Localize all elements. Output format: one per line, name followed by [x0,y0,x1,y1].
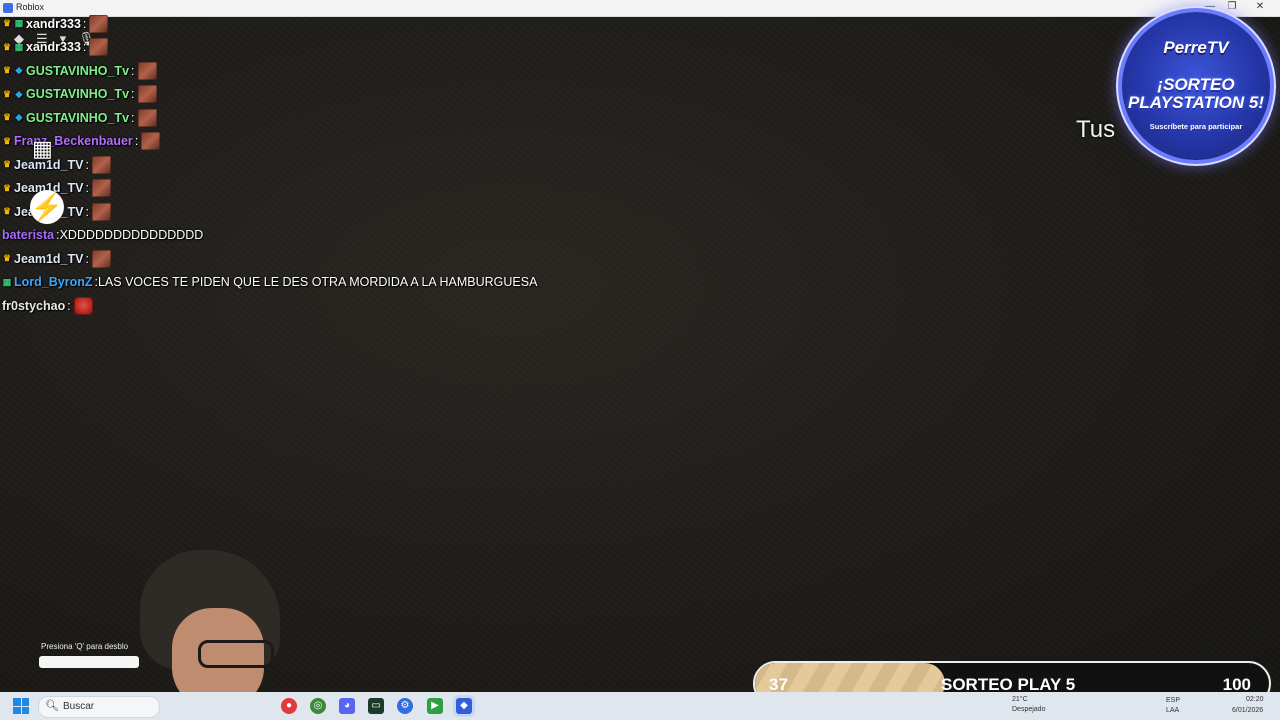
chat-overlay: ♛ ▦ xandr333: ♛ ▦ xandr333: ♛ ◆ GUSTAVINHO_Tv:… [2,12,602,318]
promo-subtitle: Suscríbete para participar [1149,122,1243,131]
chat-message: ♛ ▦ xandr333: [2,36,602,60]
chat-separator: : [131,63,135,78]
crown-badge-icon: ♛ [2,88,12,99]
chat-emote [89,14,109,33]
chat-username[interactable]: Jeam1d_TV [14,252,83,266]
chat-separator: : [131,87,135,102]
clock-date[interactable]: 6/01/2026 [1232,706,1263,715]
chat-separator: : [67,298,71,313]
taskbar-app-discord-icon[interactable]: ◕ [339,698,355,714]
taskbar-app-terminal-icon[interactable]: ▭ [368,698,384,714]
promo-line1: ¡SORTEO [1157,75,1235,94]
chat-message: ♛Jeam1d_TV: [2,153,602,177]
chat-message: ▦ Lord_ByronZ: LAS VOCES TE PIDEN QUE LE … [2,271,602,295]
gem-badge-icon: ◆ [15,112,23,123]
windows-start-icon[interactable] [13,698,29,714]
search-icon: 🔍︎ [45,700,59,712]
chat-emote [91,155,111,174]
chat-emote [141,132,161,151]
gem-badge-icon: ◆ [15,88,23,99]
chat-separator: : [134,134,139,149]
windows-taskbar: 🔍︎ Buscar ● ◎ ◕ ▭ ⚙ ▶ ◆ 21°C Despejado E… [0,692,1280,720]
crown-badge-icon: ♛ [2,253,12,264]
taskbar-app-obs-icon[interactable]: ◎ [310,698,326,714]
crown-badge-icon: ♛ [2,41,12,52]
chat-username[interactable]: xandr333 [26,17,81,31]
giveaway-badge: PerreTV ¡SORTEO PLAYSTATION 5! Suscríbet… [1116,10,1276,160]
language-top[interactable]: ESP [1166,696,1180,705]
chat-emote [137,85,157,104]
chat-emote [91,179,111,198]
gem-badge-icon: ◆ [15,65,23,76]
chat-text: XDDDDDDDDDDDDDDD [59,228,204,243]
chat-message: ♛Jeam1d_TV: [2,247,602,271]
tus-text: Tus [1076,116,1116,143]
chat-emote [73,296,93,315]
crown-badge-icon: ♛ [2,65,12,76]
crown-badge-icon: ♛ [2,206,12,217]
promo-banner: ¡SORTEO PLAYSTATION 5! [1124,76,1268,112]
chat-message: ♛ Franz_Beckenbauer: [2,130,602,154]
unlock-prompt: Presiona 'Q' para desblo [41,642,129,651]
weather-desc[interactable]: Despejado [1012,705,1045,714]
chat-separator: : [131,110,135,125]
crown-badge-icon: ♛ [2,18,12,29]
chat-emote [91,202,111,221]
taskbar-search[interactable]: 🔍︎ Buscar [38,696,160,718]
taskbar-app-play-icon[interactable]: ▶ [427,698,443,714]
chat-username[interactable]: GUSTAVINHO_Tv [26,64,129,78]
chat-username[interactable]: fr0stychao [2,299,65,313]
shop-icon[interactable]: ▦ [32,136,53,162]
crown-badge-icon: ♛ [2,159,12,170]
chat-message: ♛Jeam1d_TV: [2,200,602,224]
crown-badge-icon: ♛ [2,112,12,123]
chat-message: ♛ ◆ GUSTAVINHO_Tv: [2,83,602,107]
chat-message: ♛ ◆ GUSTAVINHO_Tv: [2,59,602,83]
grid-badge-icon: ▦ [2,276,12,287]
chat-separator: : [85,157,89,172]
chat-emote [91,249,111,268]
chat-emote [137,61,157,80]
chat-username[interactable]: xandr333 [26,40,81,54]
chat-message: ♛ ◆ GUSTAVINHO_Tv: [2,106,602,130]
clock-time[interactable]: 02:20 [1246,695,1264,704]
promo-line2: PLAYSTATION 5! [1128,93,1264,112]
chat-separator: : [82,16,87,31]
chat-separator: : [82,40,87,55]
window-title: Roblox [16,2,45,12]
language-bottom[interactable]: LAA [1166,706,1179,715]
weather-temp[interactable]: 21°C [1012,695,1028,704]
chat-message: baterista: XDDDDDDDDDDDDDDD [2,224,602,248]
chat-separator: : [85,251,89,266]
grid-badge-icon: ▦ [14,18,24,29]
chat-text: LAS VOCES TE PIDEN QUE LE DES OTRA MORDI… [97,275,538,290]
unlock-prompt-bar [39,656,139,668]
chat-emote [137,108,157,127]
taskbar-app-browser-icon[interactable]: ⚙ [397,698,413,714]
lightning-icon[interactable]: ⚡ [30,190,64,224]
chat-emote [89,38,109,57]
taskbar-search-placeholder: Buscar [63,701,95,712]
chat-message: ♛ ▦ xandr333: [2,12,602,36]
chat-message: ♛Jeam1d_TV: [2,177,602,201]
chat-username[interactable]: Lord_ByronZ [14,275,92,289]
chat-username[interactable]: GUSTAVINHO_Tv [26,87,129,101]
taskbar-app-roblox-icon[interactable]: ◆ [456,698,472,714]
crown-badge-icon: ♛ [2,135,12,146]
webcam-overlay [134,548,294,694]
taskbar-app-record-icon[interactable]: ● [281,698,297,714]
chat-separator: : [85,204,89,219]
chat-username[interactable]: baterista [2,228,54,242]
crown-badge-icon: ♛ [2,182,12,193]
chat-separator: : [85,181,89,196]
promo-brand: PerreTV [1163,38,1229,57]
grid-badge-icon: ▦ [14,41,24,52]
chat-username[interactable]: GUSTAVINHO_Tv [26,111,129,125]
webcam-glasses [198,640,274,668]
chat-message: fr0stychao: [2,294,602,318]
